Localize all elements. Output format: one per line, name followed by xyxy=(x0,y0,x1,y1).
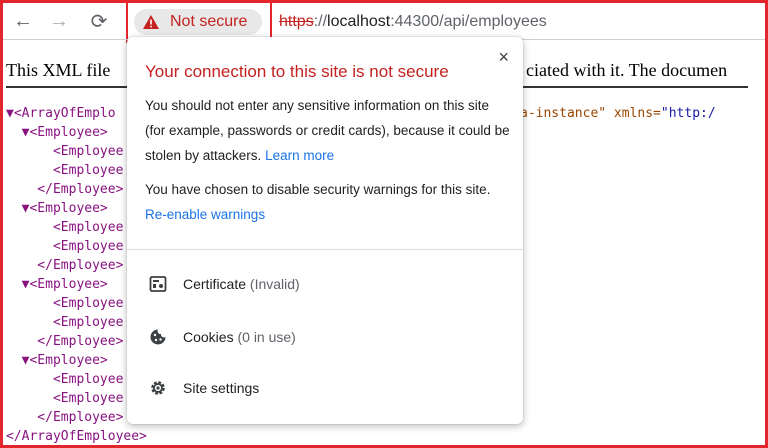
cookies-row[interactable]: Cookies (0 in use) xyxy=(127,317,523,357)
url-host: localhost xyxy=(327,13,391,30)
popup-divider xyxy=(127,249,523,250)
cookies-label: Cookies xyxy=(183,329,234,345)
xml-line: <Employee xyxy=(6,372,124,387)
disabled-warnings-text: You have chosen to disable security warn… xyxy=(145,177,511,227)
insecure-warning-text: You should not enter any sensitive infor… xyxy=(145,93,511,168)
xml-line: <Employee xyxy=(6,391,124,406)
xml-line: <Employee xyxy=(6,144,124,159)
xml-line: </Employee> xyxy=(6,258,124,273)
xml-root-attributes: a-instance" xmlns="http:/ xyxy=(520,104,716,123)
close-icon[interactable]: × xyxy=(498,47,509,68)
cookie-icon xyxy=(147,326,169,348)
url-separator: :// xyxy=(313,13,328,30)
browser-toolbar: ← → ⟳ Not secure https://localhost:44300… xyxy=(3,3,765,39)
certificate-status: (Invalid) xyxy=(249,276,300,292)
re-enable-warnings-link[interactable]: Re-enable warnings xyxy=(145,207,265,222)
address-bar[interactable]: https://localhost:44300/api/employees xyxy=(279,13,547,31)
learn-more-link[interactable]: Learn more xyxy=(265,148,334,163)
xml-line[interactable]: ▼<Employee> xyxy=(6,123,147,142)
certificate-row[interactable]: Certificate (Invalid) xyxy=(127,264,523,304)
site-info-popup: × Your connection to this site is not se… xyxy=(127,37,523,424)
xml-line: <Employee xyxy=(6,163,124,178)
reload-icon: ⟳ xyxy=(90,10,108,33)
xml-line[interactable]: ▼<Employee> xyxy=(6,351,147,370)
certificate-label: Certificate xyxy=(183,276,247,292)
forward-arrow-icon: → xyxy=(49,9,69,32)
xml-attr-fragment: a-instance" xyxy=(520,106,607,121)
xml-line: <Employee xyxy=(6,239,124,254)
disabled-warnings-body: You have chosen to disable security warn… xyxy=(145,182,491,197)
site-settings-label: Site settings xyxy=(183,380,260,396)
xml-tree: ▼<ArrayOfEmplo ▼<Employee> <Employee <Em… xyxy=(6,104,147,446)
xml-line[interactable]: ▼<Employee> xyxy=(6,199,147,218)
back-arrow-icon: ← xyxy=(13,9,33,32)
xml-line: <Employee xyxy=(6,315,124,330)
back-button[interactable]: ← xyxy=(11,9,35,33)
reload-button[interactable]: ⟳ xyxy=(87,9,111,33)
url-scheme: https xyxy=(279,13,314,30)
forward-button[interactable]: → xyxy=(47,9,71,33)
url-path: :44300/api/employees xyxy=(390,13,547,30)
cookies-count: (0 in use) xyxy=(237,329,296,345)
certificate-icon xyxy=(147,273,169,295)
xml-intro-right: ciated with it. The documen xyxy=(526,60,728,80)
xml-line[interactable]: ▼<Employee> xyxy=(6,275,147,294)
xml-line[interactable]: ▼<ArrayOfEmplo xyxy=(6,104,147,123)
xml-line: </Employee> xyxy=(6,182,124,197)
xml-attr-name: xmlns= xyxy=(606,106,661,121)
xml-attr-value: "http:/ xyxy=(660,106,716,121)
site-settings-row[interactable]: Site settings xyxy=(127,368,523,408)
xml-line: <Employee xyxy=(6,220,124,235)
popup-title: Your connection to this site is not secu… xyxy=(145,62,449,81)
xml-line: </Employee> xyxy=(6,410,124,425)
xml-line: <Employee xyxy=(6,296,124,311)
xml-line: </Employee> xyxy=(6,334,124,349)
gear-icon xyxy=(147,377,169,399)
xml-intro-left: This XML file xyxy=(6,60,111,80)
xml-line: </ArrayOfEmployee> xyxy=(6,429,147,444)
